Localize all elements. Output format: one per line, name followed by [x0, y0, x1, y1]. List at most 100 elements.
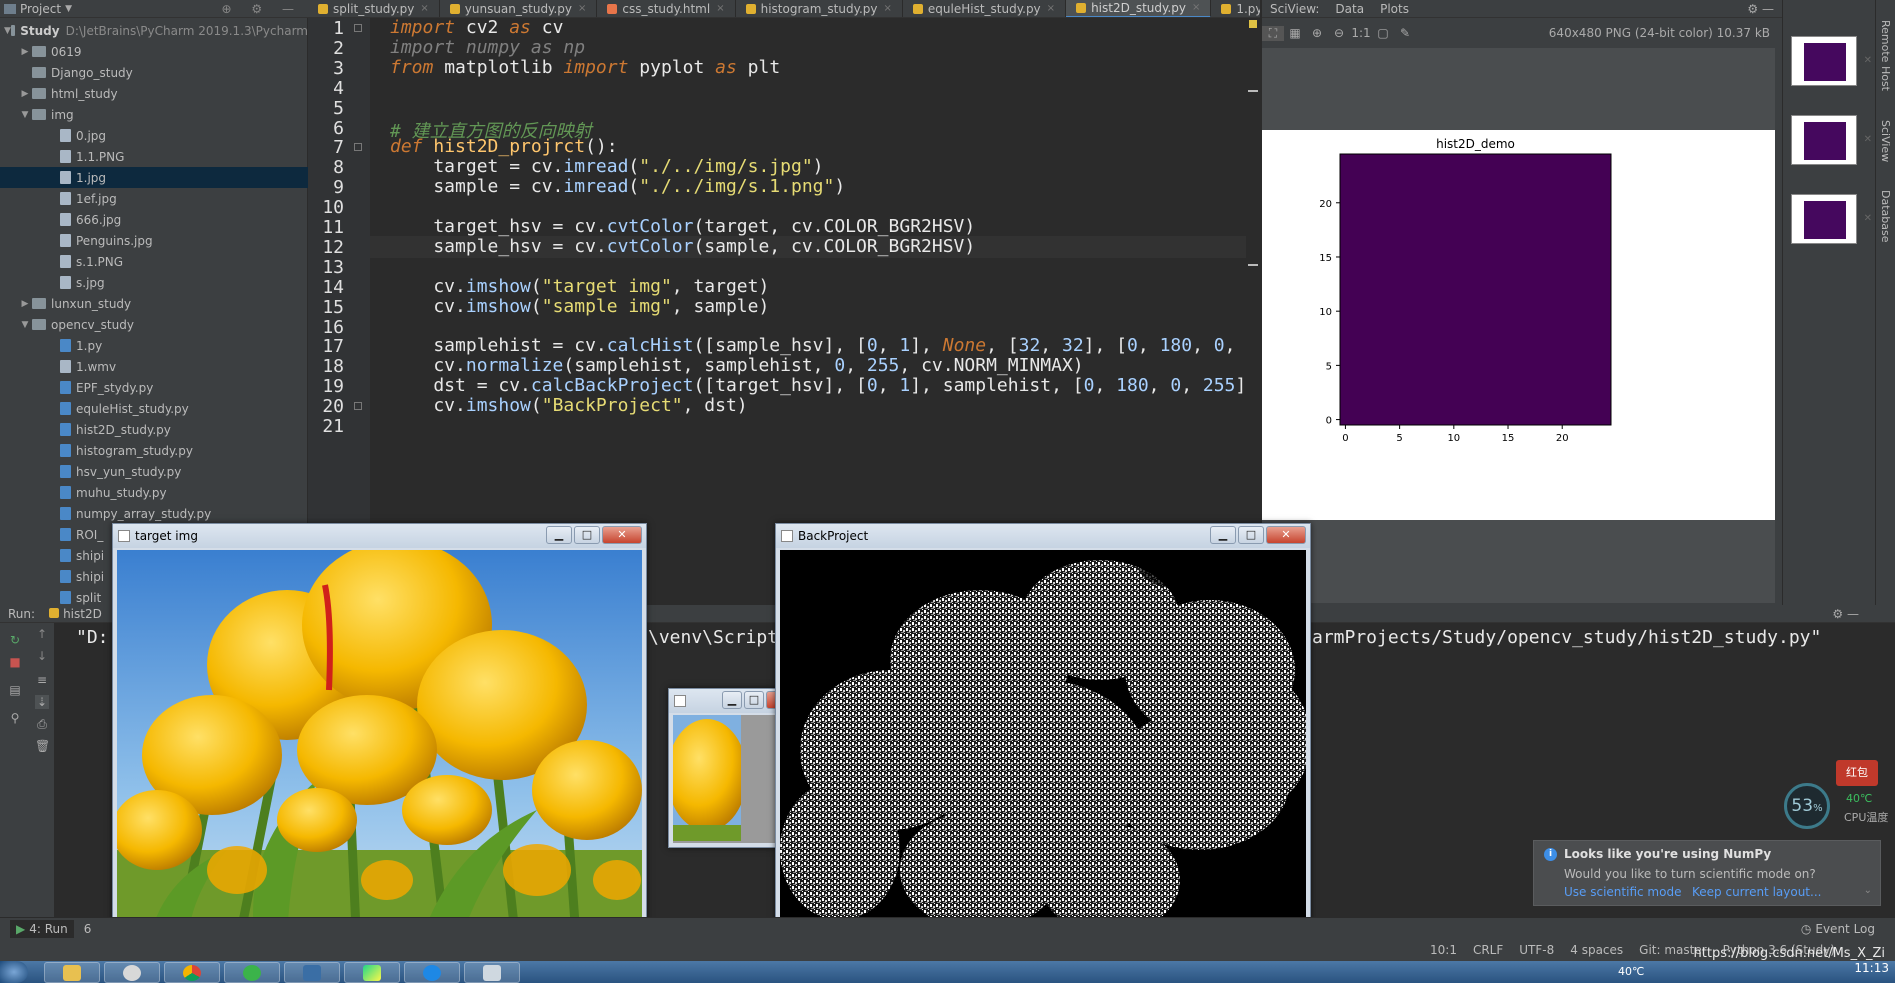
editor-tab[interactable]: hist2D_study.py ×: [1066, 0, 1212, 17]
tree-item[interactable]: Penguins.jpg: [0, 230, 308, 251]
tree-item[interactable]: muhu_study.py: [0, 482, 308, 503]
tree-item[interactable]: s.1.PNG: [0, 251, 308, 272]
code-line[interactable]: sample_hsv = cv.cvtColor(sample, cv.COLO…: [390, 236, 975, 257]
fold-marker-icon[interactable]: [354, 143, 362, 152]
close-icon[interactable]: ×: [1192, 2, 1200, 13]
use-scientific-mode-link[interactable]: Use scientific mode: [1564, 885, 1681, 899]
tree-item[interactable]: EPF_stydy.py: [0, 377, 308, 398]
file-encoding[interactable]: UTF-8: [1519, 943, 1554, 957]
partial-tool-tab[interactable]: 6: [84, 922, 92, 936]
down-icon[interactable]: ↓: [35, 649, 49, 663]
taskbar-pycharm[interactable]: [344, 962, 400, 983]
database-tab[interactable]: Database: [1879, 190, 1892, 243]
minimize-button[interactable]: ▁: [1210, 526, 1236, 544]
fold-marker-icon[interactable]: [354, 402, 362, 411]
console-output[interactable]: "D:: [76, 627, 109, 648]
grid-icon[interactable]: ▦: [1284, 26, 1306, 40]
target-img-window[interactable]: target img ▁ □ ✕: [112, 523, 647, 955]
tab-plots[interactable]: Plots: [1380, 2, 1409, 16]
zoom-out-icon[interactable]: ⊖: [1328, 26, 1350, 40]
system-clock[interactable]: 11:13: [1854, 961, 1889, 975]
tree-item[interactable]: 1.wmv: [0, 356, 308, 377]
gear-icon[interactable]: ⚙ —: [1832, 607, 1859, 621]
editor-tab[interactable]: css_study.html ×: [597, 0, 736, 17]
actual-size-button[interactable]: 1:1: [1350, 26, 1372, 40]
line-separator[interactable]: CRLF: [1473, 943, 1503, 957]
taskbar-explorer[interactable]: [44, 962, 100, 983]
maximize-button[interactable]: □: [744, 691, 764, 709]
editor-tab[interactable]: histogram_study.py ×: [736, 0, 903, 17]
tree-item[interactable]: ▶ html_study: [0, 83, 308, 104]
rerun-icon[interactable]: ↻: [8, 633, 22, 647]
plot-thumbnail[interactable]: ✕: [1791, 115, 1872, 165]
chevron-right-icon[interactable]: ▶: [18, 299, 32, 309]
chevron-down-icon[interactable]: ▼: [4, 26, 11, 36]
editor-scrollbar[interactable]: [1246, 18, 1260, 525]
tree-item[interactable]: hsv_yun_study.py: [0, 461, 308, 482]
close-icon[interactable]: ×: [578, 3, 586, 14]
fit-window-icon[interactable]: ⛶: [1262, 25, 1284, 41]
tree-item[interactable]: 0.jpg: [0, 125, 308, 146]
maximize-button[interactable]: □: [1238, 526, 1264, 544]
project-header[interactable]: Project ▼ ⊕ ⚙ —: [0, 0, 308, 18]
close-icon[interactable]: ✕: [1864, 134, 1872, 145]
close-icon[interactable]: ×: [884, 3, 892, 14]
background-icon[interactable]: ▢: [1372, 26, 1394, 40]
close-icon[interactable]: ×: [1047, 3, 1055, 14]
taskbar-app[interactable]: [104, 962, 160, 983]
start-button[interactable]: [0, 961, 28, 983]
sciview-tab[interactable]: SciView: [1879, 120, 1892, 162]
close-icon[interactable]: ✕: [1864, 213, 1872, 224]
taskbar-wechat[interactable]: [224, 962, 280, 983]
zoom-in-icon[interactable]: ⊕: [1306, 26, 1328, 40]
color-picker-icon[interactable]: ✎: [1394, 26, 1416, 40]
run-config-tab[interactable]: hist2D: [49, 607, 102, 621]
code-line[interactable]: def hist2D_projrct():: [390, 136, 618, 157]
editor-tab[interactable]: 1.py×: [1211, 0, 1260, 17]
keep-layout-link[interactable]: Keep current layout...: [1692, 885, 1821, 899]
window-titlebar[interactable]: target img ▁ □ ✕: [113, 524, 646, 548]
plot-thumbnail[interactable]: ✕: [1791, 194, 1872, 244]
chevron-down-icon[interactable]: ⌄: [1864, 885, 1872, 896]
minimize-button[interactable]: ▁: [546, 526, 572, 544]
editor-tab[interactable]: split_study.py ×: [308, 0, 440, 17]
tree-item[interactable]: Django_study: [0, 62, 308, 83]
code-line[interactable]: cv.imshow("target img", target): [390, 276, 769, 297]
tree-item[interactable]: ▶ lunxun_study: [0, 293, 308, 314]
backproject-window[interactable]: BackProject ▁ □ ✕: [775, 523, 1311, 955]
project-header-tools-icon[interactable]: ⊕ ⚙ —: [222, 2, 302, 16]
maximize-button[interactable]: □: [574, 526, 600, 544]
minimize-button[interactable]: ▁: [722, 691, 742, 709]
event-log-button[interactable]: ◷ Event Log: [1801, 922, 1875, 936]
warning-marker[interactable]: [1249, 20, 1257, 28]
chevron-right-icon[interactable]: ▶: [18, 47, 32, 57]
taskbar-app[interactable]: [404, 962, 460, 983]
trash-icon[interactable]: 🗑: [35, 739, 50, 753]
code-line[interactable]: cv.imshow("BackProject", dst): [390, 395, 747, 416]
scroll-end-icon[interactable]: ⇣: [35, 695, 49, 709]
taskbar-app[interactable]: [464, 962, 520, 983]
tree-item[interactable]: ▶ 0619: [0, 41, 308, 62]
tree-item[interactable]: ▼ opencv_study: [0, 314, 308, 335]
close-button[interactable]: ✕: [1266, 526, 1306, 544]
chevron-down-icon[interactable]: ▼: [18, 110, 32, 120]
caret-position[interactable]: 10:1: [1430, 943, 1457, 957]
taskbar-chrome[interactable]: [164, 962, 220, 983]
chevron-down-icon[interactable]: ▼: [65, 4, 72, 14]
tree-item[interactable]: equleHist_study.py: [0, 398, 308, 419]
taskbar-app[interactable]: [284, 962, 340, 983]
close-icon[interactable]: ✕: [1864, 55, 1872, 66]
up-icon[interactable]: ↑: [35, 627, 49, 641]
code-line[interactable]: import numpy as np: [390, 37, 585, 58]
run-tool-tab[interactable]: ▶ 4: Run: [10, 919, 74, 938]
tree-item[interactable]: 666.jpg: [0, 209, 308, 230]
code-line[interactable]: samplehist = cv.calcHist([sample_hsv], […: [390, 335, 1235, 356]
code-line[interactable]: target = cv.imread("./../img/s.jpg"): [390, 156, 823, 177]
editor-tab[interactable]: equleHist_study.py ×: [903, 0, 1067, 17]
indent-setting[interactable]: 4 spaces: [1570, 943, 1623, 957]
fold-marker-icon[interactable]: [354, 24, 362, 32]
code-line[interactable]: import cv2 as cv: [390, 18, 563, 38]
code-line[interactable]: dst = cv.calcBackProject([target_hsv], […: [390, 375, 1246, 396]
close-icon[interactable]: ×: [716, 3, 724, 14]
tree-item[interactable]: hist2D_study.py: [0, 419, 308, 440]
